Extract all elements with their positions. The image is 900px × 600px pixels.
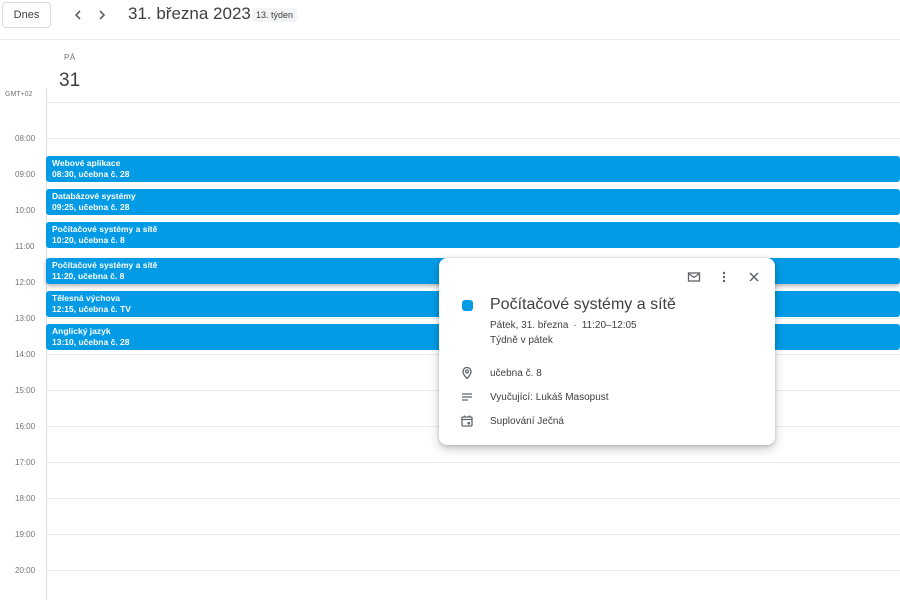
day-name: PÁ — [64, 53, 76, 62]
chevron-right-icon — [99, 10, 106, 20]
hour-line — [46, 462, 900, 463]
more-vert-icon — [722, 271, 726, 283]
event-title: Databázové systémy — [52, 191, 136, 201]
hour-label: 18:00 — [15, 494, 36, 503]
today-button[interactable]: Dnes — [2, 2, 51, 28]
popup-event-time: 11:20–12:05 — [581, 320, 637, 331]
popup-event-recurrence: Týdně v pátek — [490, 335, 553, 346]
hour-label: 12:00 — [15, 278, 36, 287]
prev-week-button[interactable] — [67, 4, 89, 26]
calendar-event[interactable]: Webové aplikace 08:30, učebna č. 28 — [46, 156, 900, 182]
location-pin-icon — [459, 365, 475, 381]
email-guests-button[interactable] — [683, 266, 705, 288]
hour-label: 08:00 — [15, 134, 36, 143]
hour-line — [46, 570, 900, 571]
hour-label: 17:00 — [15, 458, 36, 467]
event-details: 10:20, učebna č. 8 — [52, 235, 125, 245]
event-color-indicator — [462, 300, 473, 311]
hour-label: 20:00 — [15, 566, 36, 575]
popup-calendar-row: Suplování Ječná — [459, 413, 564, 429]
hour-label: 13:00 — [15, 314, 36, 323]
hour-line — [46, 138, 900, 139]
popup-actions — [683, 266, 765, 288]
hour-line — [46, 498, 900, 499]
calendar-event[interactable]: Databázové systémy 09:25, učebna č. 28 — [46, 189, 900, 215]
day-number[interactable]: 31 — [59, 70, 80, 92]
event-title: Webové aplikace — [52, 158, 121, 168]
header-divider — [0, 39, 900, 40]
hour-label: 11:00 — [15, 242, 35, 251]
hour-label: 10:00 — [15, 206, 36, 215]
week-badge: 13. týden — [252, 8, 298, 22]
hour-label: 09:00 — [15, 170, 36, 179]
notes-icon — [459, 389, 475, 405]
hour-label: 16:00 — [15, 422, 36, 431]
popup-calendar-text: Suplování Ječná — [490, 415, 564, 427]
next-week-button[interactable] — [91, 4, 113, 26]
popup-description-text: Vyučující: Lukáš Masopust — [490, 391, 609, 403]
email-icon — [687, 272, 701, 282]
popup-event-title: Počítačové systémy a sítě — [490, 296, 676, 313]
popup-event-datetime: Pátek, 31. března · 11:20–12:05 — [490, 320, 637, 331]
timezone-label: GMT+02 — [5, 91, 33, 98]
date-title: 31. března 2023 — [128, 4, 251, 23]
popup-event-date: Pátek, 31. března — [490, 320, 569, 331]
calendar-icon — [459, 413, 475, 429]
event-title: Počítačové systémy a sítě — [52, 224, 158, 234]
popup-location-text: učebna č. 8 — [490, 367, 542, 379]
close-icon — [749, 272, 759, 282]
hour-label: 19:00 — [15, 530, 36, 539]
separator-dot: · — [573, 320, 577, 331]
event-details: 09:25, učebna č. 28 — [52, 202, 130, 212]
hour-label: 15:00 — [15, 386, 36, 395]
close-popup-button[interactable] — [743, 266, 765, 288]
chevron-left-icon — [74, 10, 81, 20]
popup-location-row: učebna č. 8 — [459, 365, 542, 381]
event-details: 08:30, učebna č. 28 — [52, 169, 130, 179]
calendar-event[interactable]: Počítačové systémy a sítě 10:20, učebna … — [46, 222, 900, 248]
hour-line — [46, 102, 900, 103]
hour-line — [46, 534, 900, 535]
hour-label: 14:00 — [15, 350, 36, 359]
more-options-button[interactable] — [713, 266, 735, 288]
event-details-popup: Počítačové systémy a sítě Pátek, 31. bře… — [439, 258, 775, 445]
popup-description-row: Vyučující: Lukáš Masopust — [459, 389, 609, 405]
